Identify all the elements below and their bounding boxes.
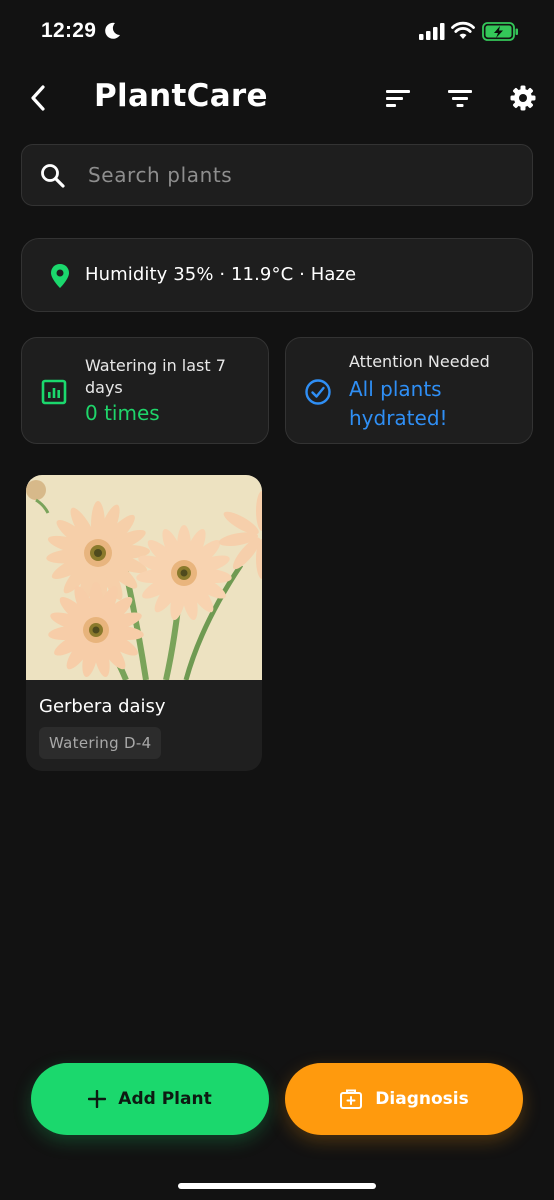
- attention-stat-value: All plants hydrated!: [349, 377, 448, 430]
- bar-chart-icon: [41, 379, 67, 405]
- add-plant-button[interactable]: Add Plant: [31, 1063, 269, 1135]
- filter-icon: [448, 90, 472, 107]
- check-circle-icon: [305, 379, 331, 405]
- watering-stat-value: 0 times: [85, 401, 160, 425]
- weather-text: Humidity 35% · 11.9°C · Haze: [85, 264, 357, 285]
- plant-name: Gerbera daisy: [39, 696, 166, 717]
- settings-button[interactable]: [507, 82, 539, 114]
- page-title: PlantCare: [94, 78, 268, 114]
- watering-badge: Watering D-4: [39, 727, 162, 759]
- status-time: 12:29: [41, 19, 97, 42]
- search-icon: [41, 164, 65, 188]
- watering-stat-label: Watering in last 7 days: [85, 356, 226, 397]
- sort-button[interactable]: [382, 82, 414, 114]
- search-bar: [21, 144, 533, 206]
- plant-card[interactable]: Gerbera daisy Watering D-4: [26, 475, 262, 771]
- search-input[interactable]: [88, 155, 508, 195]
- back-icon: [31, 85, 45, 111]
- attention-stat-card: Attention Needed All plants hydrated!: [285, 337, 533, 444]
- diagnosis-button[interactable]: Diagnosis: [285, 1063, 523, 1135]
- attention-stat-label: Attention Needed: [349, 352, 490, 371]
- status-bar: 12:29: [0, 0, 554, 64]
- wifi-icon: [451, 21, 475, 39]
- app-header: PlantCare: [0, 72, 554, 124]
- signal-icon: [419, 23, 445, 40]
- watering-stat-card: Watering in last 7 days 0 times: [21, 337, 269, 444]
- battery-charging-icon: [482, 22, 518, 41]
- weather-card: Humidity 35% · 11.9°C · Haze: [21, 238, 533, 312]
- back-button[interactable]: [22, 78, 54, 118]
- medical-kit-icon: [340, 1089, 363, 1109]
- diagnosis-label: Diagnosis: [375, 1089, 469, 1109]
- moon-icon: [105, 22, 120, 39]
- gerbera-daisy-photo: [26, 475, 262, 680]
- home-indicator[interactable]: [178, 1183, 376, 1189]
- gear-icon: [510, 85, 536, 111]
- sort-icon: [386, 90, 410, 107]
- add-plant-label: Add Plant: [118, 1089, 212, 1109]
- filter-button[interactable]: [444, 82, 476, 114]
- plus-icon: [88, 1090, 107, 1108]
- location-pin-icon: [51, 264, 69, 288]
